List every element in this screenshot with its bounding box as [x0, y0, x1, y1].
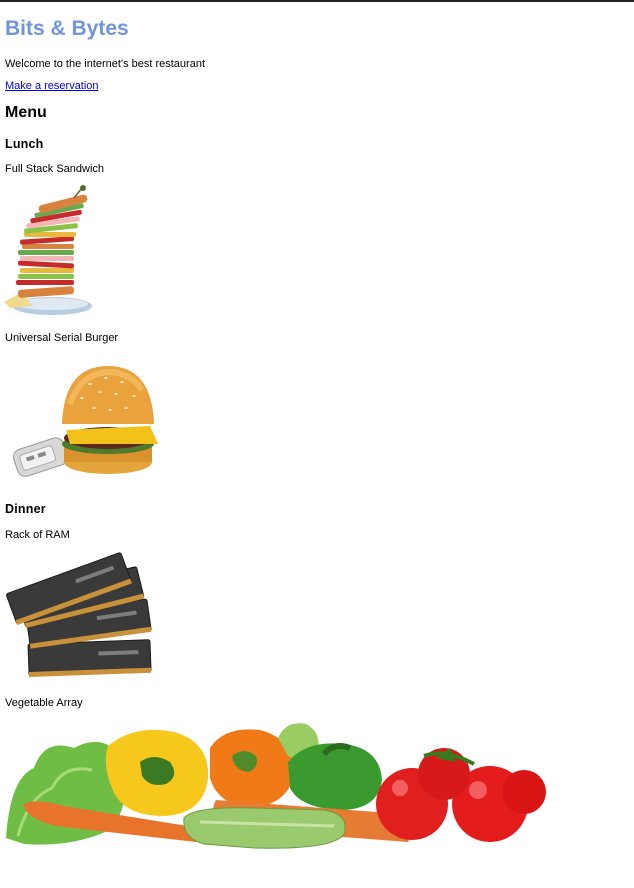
make-reservation-link[interactable]: Make a reservation: [5, 80, 99, 92]
ram-sticks-image: [4, 548, 154, 688]
menu-item-name: Rack of RAM: [5, 529, 70, 541]
site-title: Bits & Bytes: [5, 17, 129, 40]
tagline: Welcome to the internet's best restauran…: [5, 58, 205, 70]
menu-item-name: Full Stack Sandwich: [5, 163, 105, 175]
dinner-heading: Dinner: [5, 502, 46, 516]
menu-item-name: Universal Serial Burger: [5, 332, 119, 344]
menu-heading: Menu: [5, 104, 47, 121]
menu-item-name: Vegetable Array: [5, 697, 83, 709]
lunch-heading: Lunch: [5, 137, 44, 151]
vegetables-image: [4, 718, 549, 858]
stacked-sandwich-image: [4, 184, 94, 319]
usb-burger-image: [10, 364, 160, 484]
